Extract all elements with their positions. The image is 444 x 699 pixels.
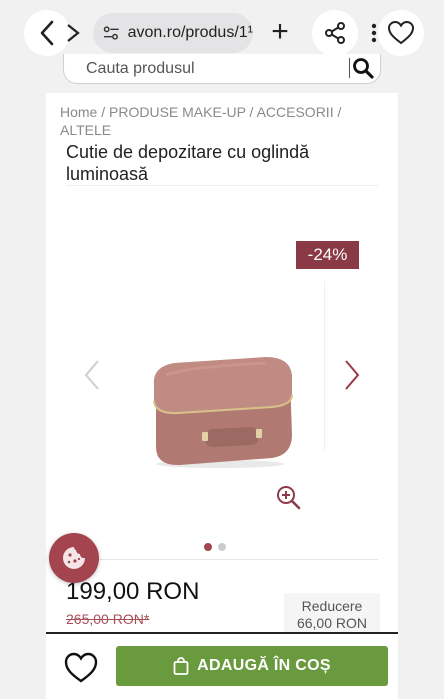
discount-label: Reducere [301, 598, 363, 614]
heart-icon [388, 21, 414, 45]
image-edge [324, 281, 325, 451]
gallery-pagination [204, 543, 226, 551]
search-icon[interactable] [352, 57, 374, 79]
gallery-dot[interactable] [204, 543, 212, 551]
search-input[interactable] [86, 59, 336, 78]
cookie-settings-button[interactable] [49, 533, 99, 583]
prev-image-icon[interactable] [80, 357, 106, 393]
add-to-cart-button[interactable]: ADAUGĂ ÎN COȘ [116, 646, 388, 686]
share-icon [325, 22, 345, 44]
purchase-bar: ADAUGĂ ÎN COȘ [46, 632, 398, 699]
add-to-cart-label: ADAUGĂ ÎN COȘ [197, 657, 331, 674]
home-icon[interactable] [66, 22, 80, 44]
next-image-icon[interactable] [338, 357, 364, 393]
zoom-icon[interactable] [275, 484, 301, 510]
wishlist-header-button[interactable] [378, 10, 424, 56]
product-price: 199,00 RON [66, 578, 200, 605]
discount-box: Reducere 66,00 RON [284, 593, 380, 633]
gallery-dot[interactable] [218, 543, 226, 551]
new-tab-button[interactable]: + [266, 14, 294, 50]
back-arrow-icon [40, 20, 54, 46]
wishlist-heart-icon[interactable] [64, 652, 98, 684]
breadcrumb[interactable]: Home / PRODUSE MAKE-UP / ACCESORII / ALT… [60, 103, 390, 139]
site-settings-icon[interactable] [103, 25, 120, 41]
product-image[interactable] [146, 355, 296, 470]
share-button[interactable] [312, 10, 358, 56]
address-bar[interactable]: avon.ro/produs/1¹ [93, 13, 253, 53]
more-vertical-icon [371, 23, 377, 43]
cookie-icon [63, 547, 85, 569]
divider [66, 559, 378, 560]
discount-value: 66,00 RON [296, 615, 368, 631]
search-divider [349, 58, 350, 78]
discount-badge: -24% [296, 241, 359, 269]
divider [66, 185, 378, 186]
url-text: avon.ro/produs/1¹ [127, 24, 253, 41]
old-price: 265,00 RON* [66, 611, 150, 627]
menu-button[interactable] [370, 22, 378, 44]
product-title: Cutie de depozitare cu oglindă luminoasă [66, 142, 310, 184]
product-page: Home / PRODUSE MAKE-UP / ACCESORII / ALT… [46, 93, 398, 699]
search-bar [63, 54, 381, 84]
back-button[interactable] [24, 10, 70, 56]
browser-toolbar: avon.ro/produs/1¹ + [0, 0, 444, 62]
shopping-bag-icon [173, 657, 189, 675]
